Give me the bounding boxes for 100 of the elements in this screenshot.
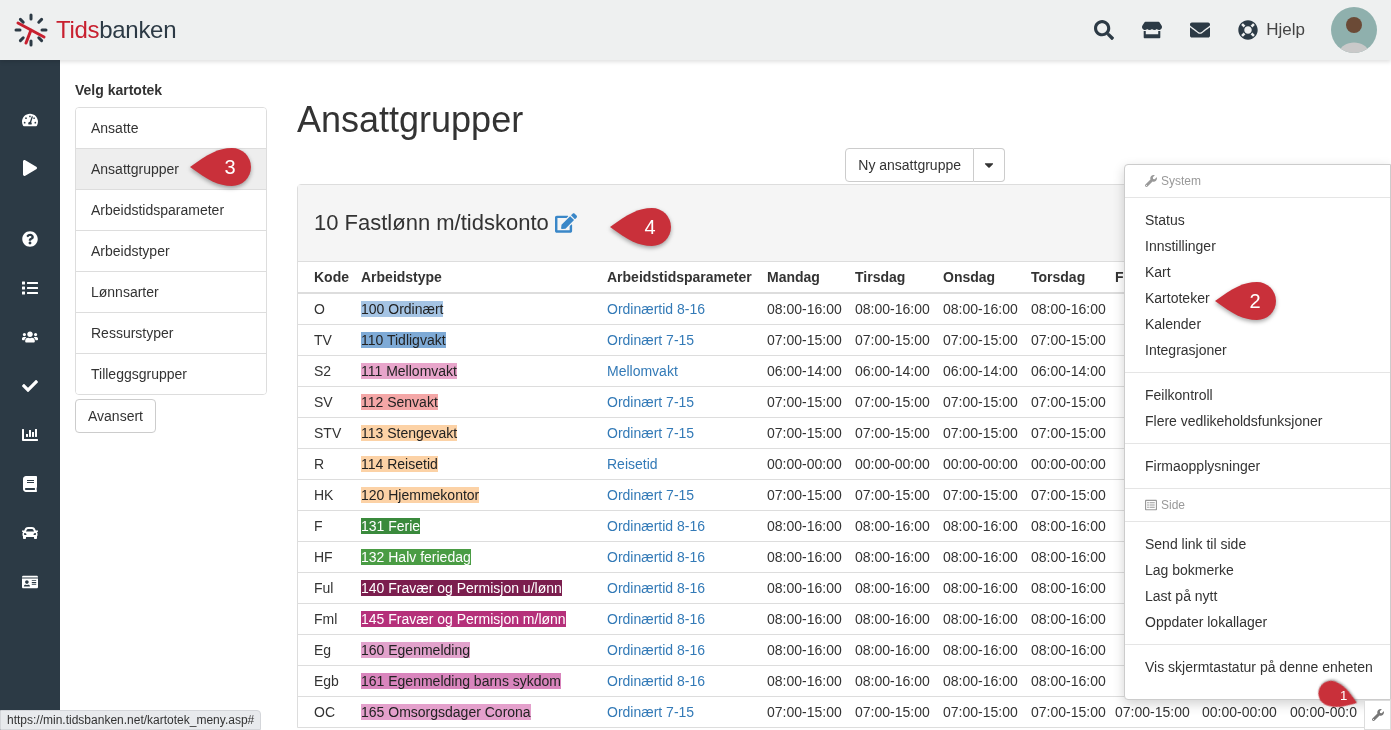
work-type-tag: 131 Ferie xyxy=(361,518,421,534)
parameter-link[interactable]: Reisetid xyxy=(607,456,658,472)
work-type-tag: 120 Hjemmekontor xyxy=(361,487,480,503)
table-cell: 00:00-00:00 xyxy=(1031,448,1115,480)
advanced-button[interactable]: Avansert xyxy=(75,399,156,433)
work-type-tag: 112 Senvakt xyxy=(361,394,438,410)
table-cell: 07:00-15:00 xyxy=(943,386,1031,418)
parameter-link[interactable]: Ordinærtid 8-16 xyxy=(607,518,706,534)
work-type-tag: 140 Fravær og Permisjon u/lønn xyxy=(361,580,562,596)
envelope-icon[interactable] xyxy=(1190,20,1211,40)
list-item[interactable]: Tilleggsgrupper xyxy=(76,353,266,394)
table-cell: 07:00-15:00 xyxy=(1031,696,1115,727)
table-cell: 07:00-15:00 xyxy=(1031,386,1115,418)
parameter-link[interactable]: Ordinærtid 8-16 xyxy=(607,611,706,627)
table-cell: 06:00-14:00 xyxy=(767,355,855,387)
table-cell: 08:00-16:00 xyxy=(855,572,943,604)
parameter-link[interactable]: Ordinærtid 8-16 xyxy=(607,549,706,565)
table-cell: 08:00-16:00 xyxy=(855,634,943,666)
edit-icon[interactable] xyxy=(554,212,577,234)
table-cell: 08:00-16:00 xyxy=(767,603,855,635)
work-type-tag: 160 Egenmelding xyxy=(361,642,470,658)
menu-item[interactable]: Oppdater lokallager xyxy=(1145,609,1268,635)
dropdown-toggle[interactable] xyxy=(974,148,1005,182)
table-cell: 07:00-15:00 xyxy=(855,417,943,449)
table-cell: 07:00-15:00 xyxy=(1031,479,1115,511)
column-header: Onsdag xyxy=(943,262,1031,293)
new-group-button[interactable]: Ny ansattgruppe xyxy=(845,148,974,182)
table-cell: 07:00-15:00 xyxy=(943,324,1031,356)
work-type-tag: 132 Halv feriedag xyxy=(361,549,471,565)
table-cell: 08:00-16:00 xyxy=(855,665,943,697)
menu-item[interactable]: Firmaopplysninger xyxy=(1145,453,1261,479)
parameter-link[interactable]: Ordinærtid 8-16 xyxy=(607,301,706,317)
check-icon[interactable] xyxy=(22,378,38,394)
menu-item[interactable]: Feilkontroll xyxy=(1145,382,1213,408)
table-cell: 07:00-15:00 xyxy=(767,479,855,511)
dashboard-icon[interactable] xyxy=(22,112,38,128)
list-icon xyxy=(1145,499,1157,511)
parameter-link[interactable]: Ordinærtid 8-16 xyxy=(607,642,706,658)
table-cell: 08:00-16:00 xyxy=(1031,603,1115,635)
parameter-link[interactable]: Ordinært 7-15 xyxy=(607,487,695,503)
work-type-tag: 145 Fravær og Permisjon m/lønn xyxy=(361,611,566,627)
table-cell: 08:00-16:00 xyxy=(855,510,943,542)
table-cell: 08:00-16:00 xyxy=(943,541,1031,573)
id-card-icon[interactable] xyxy=(22,574,38,590)
help-link[interactable]: Hjelp xyxy=(1266,20,1305,40)
bar-chart-icon[interactable] xyxy=(22,427,38,443)
menu-item[interactable]: Last på nytt xyxy=(1145,583,1218,609)
menu-item[interactable]: Flere vedlikeholdsfunksjoner xyxy=(1145,408,1323,434)
logo-text[interactable]: Tidsbanken xyxy=(56,16,177,44)
menu-item[interactable]: Kalender xyxy=(1145,311,1202,337)
play-icon[interactable] xyxy=(22,160,38,176)
avatar[interactable] xyxy=(1331,7,1377,53)
help-icon[interactable] xyxy=(22,231,38,247)
tools-button[interactable] xyxy=(1364,700,1391,730)
parameter-link[interactable]: Ordinærtid 8-16 xyxy=(607,580,706,596)
table-cell: 07:00-15:00 xyxy=(855,696,943,727)
column-header: Mandag xyxy=(767,262,855,293)
store-icon[interactable] xyxy=(1142,20,1163,40)
menu-header: System xyxy=(1161,174,1201,188)
section-title: Velg kartotek xyxy=(75,82,164,98)
users-icon[interactable] xyxy=(22,329,38,345)
parameter-link[interactable]: Ordinært 7-15 xyxy=(607,394,695,410)
parameter-link[interactable]: Ordinært 7-15 xyxy=(607,332,695,348)
list-icon[interactable] xyxy=(22,280,38,296)
table-cell: 07:00-15:00 xyxy=(767,417,855,449)
wrench-icon xyxy=(1371,709,1384,721)
work-type-tag: 113 Stengevakt xyxy=(361,425,458,441)
table-cell: 00:00-00:00 xyxy=(943,448,1031,480)
menu-item[interactable]: Send link til side xyxy=(1145,531,1247,557)
parameter-link[interactable]: Ordinærtid 8-16 xyxy=(607,673,706,689)
table-cell: 08:00-16:00 xyxy=(943,665,1031,697)
book-icon[interactable] xyxy=(22,476,38,492)
menu-item[interactable]: Integrasjoner xyxy=(1145,337,1227,363)
table-cell: 08:00-16:00 xyxy=(767,541,855,573)
menu-item[interactable]: Lag bokmerke xyxy=(1145,557,1234,583)
table-cell: 08:00-16:00 xyxy=(1031,510,1115,542)
menu-item[interactable]: Vis skjermtastatur på denne enheten xyxy=(1145,654,1373,680)
table-cell: 08:00-16:00 xyxy=(767,510,855,542)
work-type-tag: 114 Reisetid xyxy=(361,456,438,472)
parameter-link[interactable]: Mellomvakt xyxy=(607,363,678,379)
table-cell: 08:00-16:00 xyxy=(1031,541,1115,573)
work-type-tag: 165 Omsorgsdager Corona xyxy=(361,704,531,720)
menu-item[interactable]: Kart xyxy=(1145,259,1171,285)
table-cell: 08:00-16:00 xyxy=(1031,665,1115,697)
menu-item[interactable]: Innstillinger xyxy=(1145,233,1216,259)
table-cell: 07:00-15:00 xyxy=(855,386,943,418)
page-title: Ansattgrupper xyxy=(297,98,525,142)
wrench-icon xyxy=(1145,175,1157,187)
table-cell: 07:00-15:00 xyxy=(767,324,855,356)
search-icon[interactable] xyxy=(1094,20,1115,40)
parameter-link[interactable]: Ordinært 7-15 xyxy=(607,704,695,720)
parameter-link[interactable]: Ordinært 7-15 xyxy=(607,425,695,441)
column-header: Kode xyxy=(298,262,361,293)
car-icon[interactable] xyxy=(22,525,38,541)
table-cell: 06:00-14:00 xyxy=(1031,355,1115,387)
column-header: Arbeidstidsparameter xyxy=(607,262,767,293)
table-cell: 07:00-15:00 xyxy=(767,386,855,418)
lifebuoy-icon[interactable] xyxy=(1238,20,1259,40)
callout-marker: 4 xyxy=(608,206,674,248)
menu-item[interactable]: Status xyxy=(1145,207,1185,233)
